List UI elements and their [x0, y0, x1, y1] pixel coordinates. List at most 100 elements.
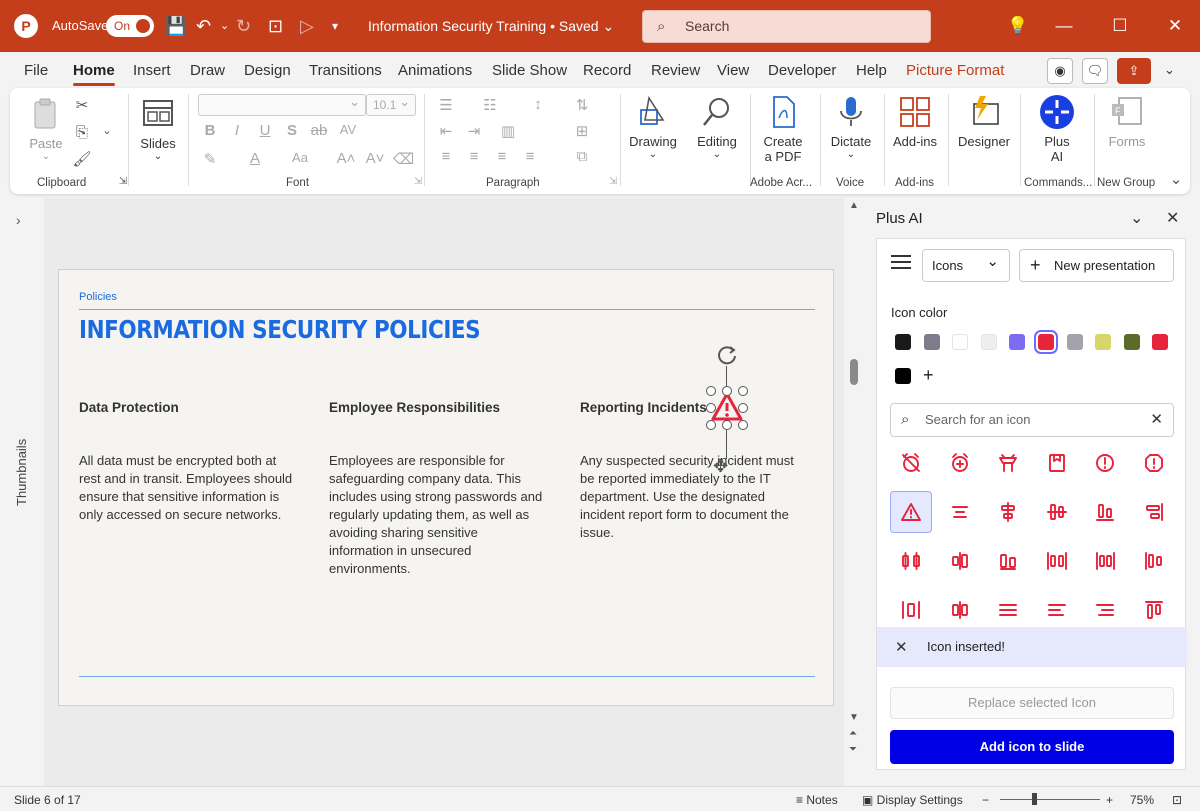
scroll-thumb[interactable] [850, 359, 858, 385]
tab-slide-show[interactable]: Slide Show [492, 62, 567, 79]
icon-search-input[interactable]: ⌕ Search for an icon ✕ [890, 403, 1174, 437]
designer-button[interactable]: Designer [954, 94, 1014, 149]
tab-record[interactable]: Record [583, 62, 631, 79]
color-swatch[interactable] [1095, 334, 1112, 350]
add-color-icon[interactable]: + [923, 365, 934, 386]
icon-grid-item[interactable] [1084, 491, 1126, 533]
maximize-button[interactable]: ☐ [1108, 14, 1132, 38]
column-heading[interactable]: Employee Responsibilities [329, 400, 500, 415]
next-slide-icon[interactable]: ⏷ [849, 744, 857, 755]
color-swatch[interactable] [980, 334, 997, 350]
shadow-icon[interactable]: S [282, 122, 302, 139]
drawing-button[interactable]: Drawing ⌄ [626, 94, 680, 160]
tab-draw[interactable]: Draw [190, 62, 225, 79]
icon-grid-item[interactable] [939, 589, 981, 631]
change-case-icon[interactable]: Aa [290, 150, 310, 165]
present-from-current-icon[interactable]: ▷ [300, 14, 314, 38]
icon-grid-item[interactable] [1133, 491, 1175, 533]
column-heading[interactable]: Data Protection [79, 400, 179, 415]
icon-grid-item[interactable] [939, 540, 981, 582]
align-left-text-icon[interactable]: ≡ [436, 148, 456, 165]
font-size-select[interactable]: 10.1 [366, 92, 416, 116]
search-box[interactable]: ⌕ Search [642, 10, 931, 43]
customize-toolbar-icon[interactable]: ▾ [332, 14, 338, 38]
minimize-button[interactable]: — [1052, 14, 1076, 38]
format-painter-icon[interactable]: 🖌 [72, 150, 92, 168]
thumbnails-label[interactable]: Thumbnails [14, 439, 29, 506]
icon-grid-item[interactable] [1036, 540, 1078, 582]
color-swatch[interactable] [895, 334, 911, 350]
smartart-icon[interactable]: ⧉ [572, 148, 592, 165]
scroll-up-icon[interactable]: ▲ [849, 200, 859, 211]
color-swatch[interactable] [895, 368, 911, 384]
new-presentation-button[interactable]: + New presentation [1019, 249, 1174, 282]
tab-animations[interactable]: Animations [398, 62, 472, 79]
icon-grid-item[interactable] [987, 491, 1029, 533]
create-pdf-button[interactable]: Create a PDF [758, 94, 808, 164]
panel-close-icon[interactable]: ✕ [1166, 208, 1179, 228]
slides-button[interactable]: Slides ⌄ [138, 96, 178, 162]
document-title[interactable]: Information Security Training • Saved ⌄ [368, 18, 614, 35]
bold-icon[interactable]: B [200, 122, 220, 139]
color-swatch[interactable] [1009, 334, 1026, 350]
comments-button[interactable]: 🗨 [1082, 58, 1108, 84]
resize-handle[interactable] [738, 386, 748, 396]
ribbon-options-icon[interactable]: ⌄ [1164, 62, 1175, 78]
mode-select[interactable]: Icons [922, 246, 1010, 282]
slide-scrollbar[interactable]: ▲ ▼ ⏶ ⏷ [846, 198, 862, 786]
highlight-icon[interactable]: ✎ [200, 150, 220, 168]
resize-handle[interactable] [706, 420, 716, 430]
color-swatch[interactable] [923, 334, 940, 350]
panel-options-icon[interactable]: ⌄ [1130, 208, 1143, 228]
tab-help[interactable]: Help [856, 62, 887, 79]
underline-icon[interactable]: U [255, 122, 275, 139]
color-swatch[interactable] [1066, 334, 1083, 350]
text-direction-icon[interactable]: ⇅ [572, 96, 592, 114]
icon-grid-item[interactable] [987, 540, 1029, 582]
fit-slide-icon[interactable]: ⊡ [1172, 793, 1182, 807]
columns-icon[interactable]: ▥ [498, 122, 518, 140]
decrease-indent-icon[interactable]: ⇤ [436, 122, 456, 140]
clear-formatting-icon[interactable]: ⌫ [393, 150, 414, 168]
zoom-slider[interactable] [1000, 799, 1100, 800]
icon-grid-item[interactable] [1133, 589, 1175, 631]
cut-icon[interactable]: ✂ [72, 96, 92, 114]
color-swatch[interactable] [1123, 334, 1140, 350]
replace-icon-button[interactable]: Replace selected Icon [890, 687, 1174, 719]
undo-icon[interactable]: ↶ [196, 14, 211, 38]
decrease-font-icon[interactable]: A˅ [365, 150, 385, 167]
slide[interactable]: Policies INFORMATION SECURITY POLICIES D… [58, 269, 834, 706]
color-swatch[interactable] [1152, 334, 1169, 350]
icon-grid-item[interactable] [1036, 491, 1078, 533]
icon-grid-item[interactable] [1036, 589, 1078, 631]
icon-grid-item[interactable] [1084, 442, 1126, 484]
color-swatch[interactable] [1034, 330, 1058, 354]
icon-grid-item[interactable] [1133, 540, 1175, 582]
display-settings-button[interactable]: ▣ Display Settings [862, 793, 963, 807]
autosave-toggle[interactable]: On [106, 15, 154, 37]
icon-grid-item[interactable] [1084, 540, 1126, 582]
clipboard-launcher-icon[interactable]: ⇲ [113, 176, 133, 187]
icon-grid-item[interactable] [890, 442, 932, 484]
icon-grid-item[interactable] [890, 491, 932, 533]
icon-grid-item[interactable] [987, 442, 1029, 484]
copy-icon[interactable]: ⎘ [72, 124, 92, 141]
tab-file[interactable]: File [24, 62, 48, 79]
column-body[interactable]: Any suspected security incident must be … [580, 452, 805, 542]
slide-section-label[interactable]: Policies [79, 291, 117, 303]
share-button[interactable]: ⇪ [1117, 58, 1151, 84]
zoom-out-icon[interactable]: − [982, 793, 989, 807]
increase-font-icon[interactable]: A˄ [336, 150, 356, 167]
icon-grid-item[interactable] [939, 491, 981, 533]
resize-handle[interactable] [738, 403, 748, 413]
align-text-icon[interactable]: ⊞ [572, 122, 592, 140]
rotate-handle-icon[interactable] [714, 343, 740, 369]
redo-icon[interactable]: ↻ [236, 14, 251, 38]
paste-button[interactable]: Paste ⌄ [26, 96, 66, 162]
column-body[interactable]: All data must be encrypted both at rest … [79, 452, 299, 524]
resize-handle[interactable] [706, 386, 716, 396]
column-heading[interactable]: Reporting Incidents [580, 400, 707, 415]
clear-search-icon[interactable]: ✕ [1150, 404, 1163, 436]
forms-button[interactable]: F Forms [1102, 94, 1152, 149]
increase-indent-icon[interactable]: ⇥ [464, 122, 484, 140]
